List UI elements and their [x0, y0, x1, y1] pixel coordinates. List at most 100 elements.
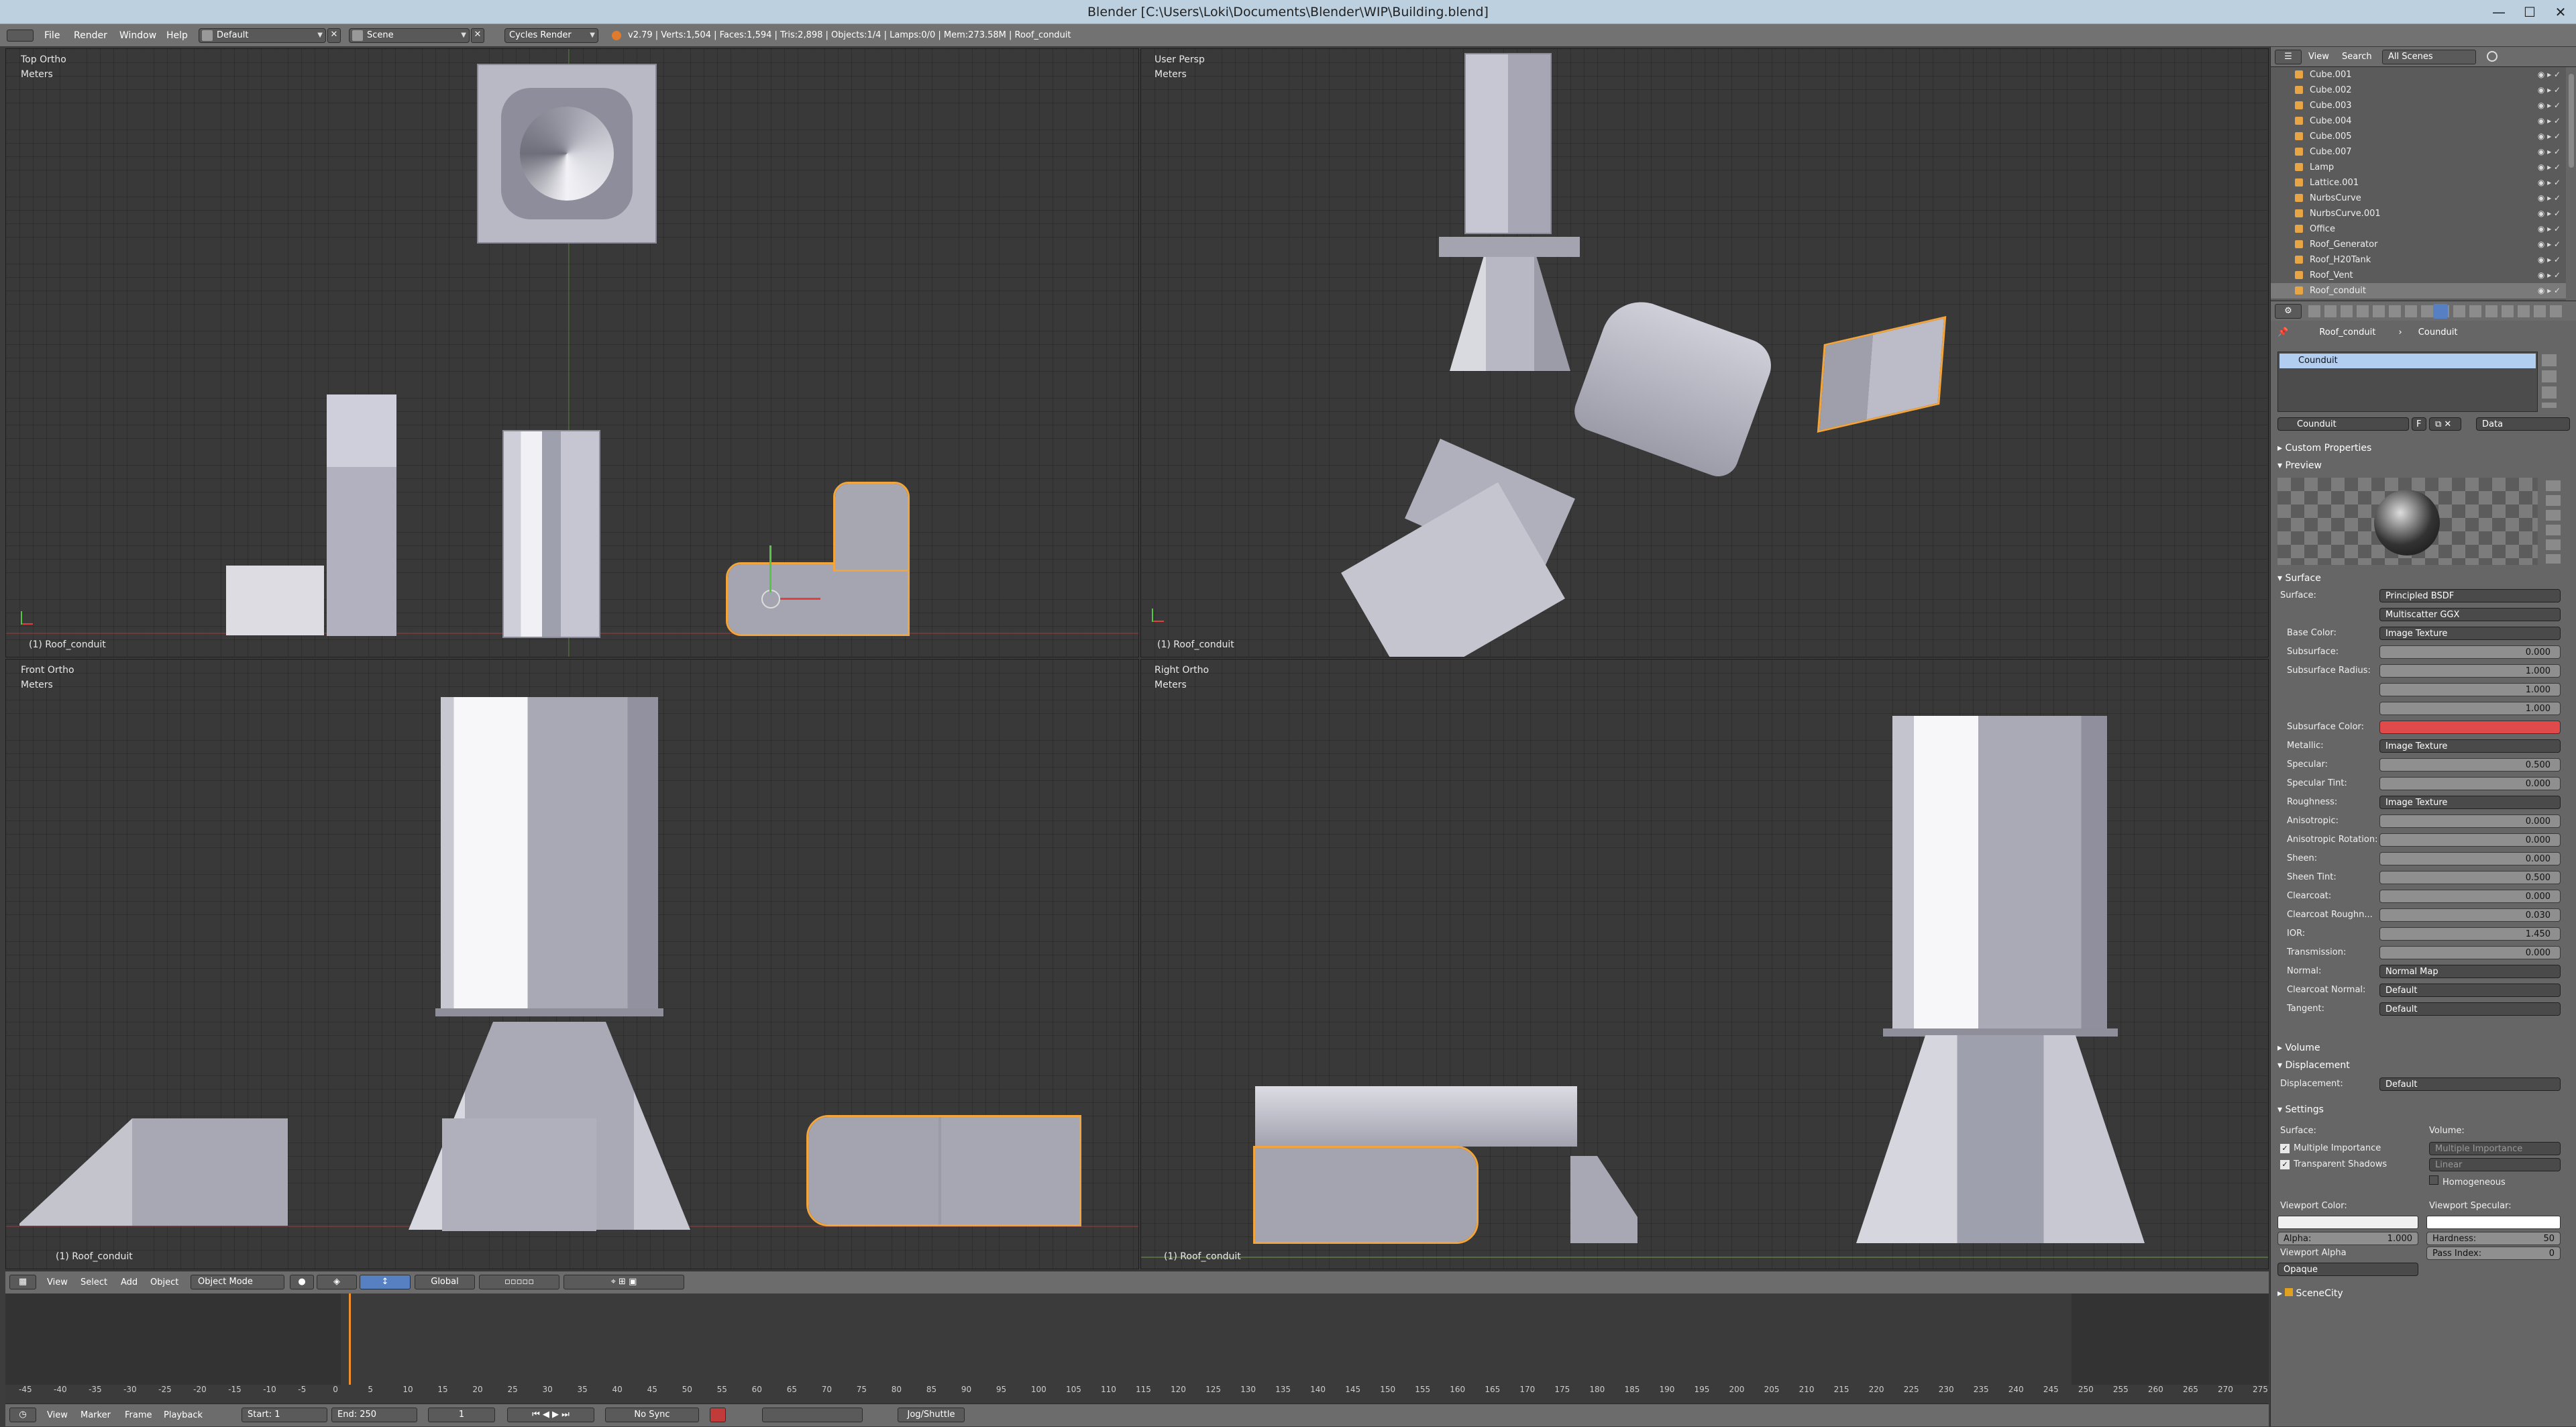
timeline-area[interactable]: -45 -40 -35 -30 -25 -20 -15 -10 -5 0 5 10 15 20 25 30 35… [5, 1293, 2269, 1404]
outliner-item[interactable]: Cube.003 ◉ ▸ ✓ [2271, 98, 2566, 113]
viewport-color-swatch[interactable] [2277, 1216, 2418, 1229]
volume-sampling-selector[interactable]: Multiple Importance [2429, 1142, 2561, 1155]
outliner-item[interactable]: Roof_H20Tank ◉ ▸ ✓ [2271, 252, 2566, 268]
transparent-shadows-checkbox[interactable]: ✓ Transparent Shadows [2280, 1159, 2387, 1169]
maximize-button[interactable]: ☐ [2514, 0, 2545, 24]
editor-type-icon[interactable]: ☰ [2275, 50, 2302, 64]
snap-tools[interactable]: ⌖ ⊞ ▣ [564, 1275, 684, 1289]
scenecity-panel[interactable]: ▸ SceneCity [2277, 1288, 2343, 1299]
displacement-panel[interactable]: ▾ Displacement [2277, 1060, 2350, 1071]
slot-side-buttons[interactable] [2542, 354, 2557, 408]
shader-param-slider[interactable]: 0.000 [2379, 777, 2561, 790]
preview-type-buttons[interactable] [2546, 480, 2561, 564]
shader-param-slider[interactable]: 0.000 [2379, 946, 2561, 959]
manipulator-toggle[interactable]: ↕ [360, 1275, 411, 1289]
outliner-item[interactable]: Cube.002 ◉ ▸ ✓ [2271, 83, 2566, 98]
menu-view[interactable]: View [47, 1404, 68, 1427]
visibility-toggles[interactable]: ◉ ▸ ✓ [2538, 113, 2561, 129]
shader-param-slider[interactable]: 0.000 [2379, 852, 2561, 865]
visibility-toggles[interactable]: ◉ ▸ ✓ [2538, 268, 2561, 283]
displacement-selector[interactable]: Default [2379, 1077, 2561, 1091]
outliner-item[interactable]: Cube.001 ◉ ▸ ✓ [2271, 67, 2566, 83]
shader-param-slider[interactable]: 0.030 [2379, 908, 2561, 922]
roof-conduit-elbow-selected[interactable] [833, 482, 910, 572]
menu-help[interactable]: Help [166, 24, 188, 47]
visibility-toggles[interactable]: ◉ ▸ ✓ [2538, 221, 2561, 237]
scene-selector[interactable]: Scene ▼ [349, 28, 470, 43]
shader-param-link[interactable]: Image Texture [2379, 627, 2561, 640]
shader-param-slider[interactable]: 1.000 [2379, 683, 2561, 696]
menu-select[interactable]: Select [80, 1271, 107, 1294]
surface-shader-selector[interactable]: Principled BSDF [2379, 589, 2561, 602]
editor-type-icon[interactable]: ◷ [9, 1408, 36, 1422]
outliner-list[interactable]: Cube.001 ◉ ▸ ✓ Cube.002 ◉ ▸ ✓ Cube.003 ◉ ▸ ✓ C… [2271, 67, 2566, 301]
render-engine-selector[interactable]: Cycles Render ▼ [504, 28, 598, 43]
visibility-toggles[interactable]: ◉ ▸ ✓ [2538, 175, 2561, 191]
roof-conduit-front-selected[interactable] [806, 1115, 1081, 1226]
pass-index-field[interactable]: Pass Index: 0 [2426, 1247, 2561, 1260]
visibility-toggles[interactable]: ◉ ▸ ✓ [2538, 237, 2561, 252]
menu-render[interactable]: Render [74, 24, 107, 47]
menu-view[interactable]: View [2308, 47, 2329, 67]
outliner-item[interactable]: Cube.005 ◉ ▸ ✓ [2271, 129, 2566, 144]
visibility-toggles[interactable]: ◉ ▸ ✓ [2538, 98, 2561, 113]
current-frame-field[interactable]: 1 [428, 1408, 495, 1422]
editor-type-icon[interactable]: ▦ [9, 1275, 36, 1289]
menu-add[interactable]: Add [121, 1271, 138, 1294]
outliner-item[interactable]: Roof_Vent ◉ ▸ ✓ [2271, 268, 2566, 283]
outliner-item[interactable]: Lamp ◉ ▸ ✓ [2271, 160, 2566, 175]
subsurface-color-swatch[interactable] [2379, 721, 2561, 734]
outliner-item[interactable]: Office ◉ ▸ ✓ [2271, 221, 2566, 237]
blend-mode-selector[interactable]: Opaque [2277, 1263, 2418, 1276]
visibility-toggles[interactable]: ◉ ▸ ✓ [2538, 83, 2561, 98]
outliner-item[interactable]: Roof_conduit ◉ ▸ ✓ [2271, 283, 2566, 299]
menu-object[interactable]: Object [150, 1271, 178, 1294]
viewport-right-ortho[interactable]: Right Ortho Meters (1) Roof_conduit [1140, 659, 2269, 1269]
shader-param-link[interactable]: Default [2379, 1002, 2561, 1016]
menu-search[interactable]: Search [2342, 47, 2372, 67]
shader-param-slider[interactable]: 0.000 [2379, 890, 2561, 903]
pivot-button[interactable]: ◈ [317, 1275, 357, 1289]
menu-frame[interactable]: Frame [125, 1404, 152, 1427]
shader-param-link[interactable]: Normal Map [2379, 965, 2561, 978]
visibility-toggles[interactable]: ◉ ▸ ✓ [2538, 144, 2561, 160]
remove-scene-button[interactable]: ✕ [471, 28, 484, 43]
outliner-item[interactable]: Lattice.001 ◉ ▸ ✓ [2271, 175, 2566, 191]
roof-conduit-right-selected[interactable] [1253, 1146, 1479, 1244]
menu-file[interactable]: File [44, 24, 60, 47]
display-mode-selector[interactable]: All Scenes [2382, 50, 2476, 64]
end-frame-field[interactable]: End: 250 [331, 1408, 417, 1422]
editor-type-icon[interactable] [7, 30, 34, 42]
viewport-specular-swatch[interactable] [2426, 1216, 2561, 1229]
multiple-importance-checkbox[interactable]: ✓ Multiple Importance [2280, 1143, 2381, 1153]
minimize-button[interactable]: — [2483, 0, 2514, 24]
alpha-field[interactable]: Alpha: 1.000 [2277, 1232, 2418, 1245]
hardness-field[interactable]: Hardness: 50 [2426, 1232, 2561, 1245]
search-icon[interactable] [2487, 51, 2498, 62]
visibility-toggles[interactable]: ◉ ▸ ✓ [2538, 160, 2561, 175]
shader-param-slider[interactable]: 0.000 [2379, 833, 2561, 847]
menu-window[interactable]: Window [119, 24, 156, 47]
surface-panel[interactable]: ▾ Surface [2277, 573, 2321, 584]
remove-layout-button[interactable]: ✕ [327, 28, 341, 43]
preview-panel[interactable]: ▾ Preview [2277, 460, 2322, 471]
volume-panel[interactable]: ▸ Volume [2277, 1043, 2320, 1053]
editor-type-icon[interactable]: ⚙ [2275, 304, 2302, 319]
playback-controls[interactable]: ⏮ ◀ ▶ ⏭ [507, 1408, 594, 1422]
shader-param-slider[interactable]: 1.000 [2379, 664, 2561, 678]
layers-grid[interactable]: ▫▫▫▫▫ [479, 1275, 559, 1289]
viewport-user-persp[interactable]: User Persp Meters (1) Roof_conduit [1140, 48, 2269, 657]
shader-param-slider[interactable]: 0.000 [2379, 645, 2561, 659]
orientation-selector[interactable]: Global [415, 1275, 475, 1289]
shader-param-link[interactable]: Default [2379, 984, 2561, 997]
menu-playback[interactable]: Playback [164, 1404, 203, 1427]
settings-panel[interactable]: ▾ Settings [2277, 1104, 2324, 1115]
record-button[interactable] [710, 1408, 726, 1422]
material-slot-list[interactable]: Counduit [2277, 352, 2538, 412]
visibility-toggles[interactable]: ◉ ▸ ✓ [2538, 252, 2561, 268]
distribution-selector[interactable]: Multiscatter GGX [2379, 608, 2561, 621]
visibility-toggles[interactable]: ◉ ▸ ✓ [2538, 191, 2561, 206]
shader-param-slider[interactable]: 1.000 [2379, 702, 2561, 715]
visibility-toggles[interactable]: ◉ ▸ ✓ [2538, 67, 2561, 83]
roof-conduit-persp-selected[interactable] [1817, 315, 1947, 433]
